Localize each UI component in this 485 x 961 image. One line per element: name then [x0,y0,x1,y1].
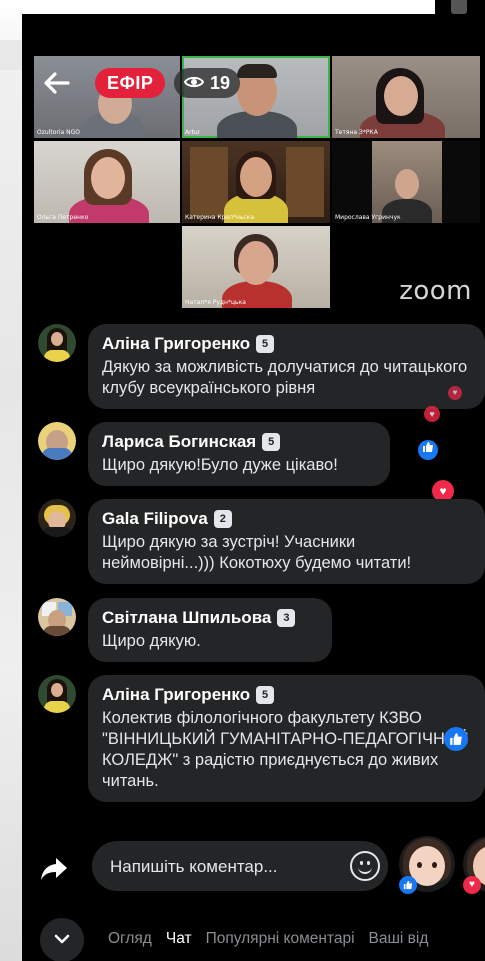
participant-name: Катерина Креп*ньска [185,214,255,221]
fan-badge: 5 [262,433,281,451]
comment: Аліна Григоренко 5 Дякую за можливість до… [22,324,485,422]
avatar[interactable] [38,598,76,636]
comment: Аліна Григоренко 5 Колектив філологічного… [22,675,485,825]
collapse-button[interactable] [40,918,84,961]
participant-tile: Тетяна З*РКА [332,56,480,138]
participant-name: Тетяна З*РКА [335,129,378,136]
eye-icon [183,68,205,98]
fan-badge: 5 [256,335,275,353]
love-reaction-icon: ♥ [448,386,462,400]
comment-bubble[interactable]: Gala Filipova 2 Щиро дякую за зустріч! Уч… [88,499,485,584]
participant-tile: Ольга Петренко [34,141,180,223]
comment-text: Щиро дякую. [102,632,201,650]
comment-author[interactable]: Аліна Григоренко [102,684,250,706]
avatar-sticker[interactable] [399,836,455,894]
comment-author[interactable]: Аліна Григоренко [102,333,250,355]
comment-bubble[interactable]: Лариса Богинская 5 Щиро дякую!Було дуже ц… [88,422,390,486]
comment-author[interactable]: Лариса Богинская [102,431,256,453]
participant-tile: Катерина Креп*ньска [182,141,330,223]
comment-text: Щиро дякую за зустріч! Учасники неймовір… [102,533,412,572]
participant-tile: Мирослава Угринчук [332,141,480,223]
participant-name: Artur [185,129,201,136]
tab-list: Огляд Чат Популярні коментарі Ваші від [108,930,428,948]
top-corner [435,0,485,14]
participant-name: Мирослава Угринчук [335,214,401,221]
comment-text: Дякую за можливість долучатися до читаць… [102,358,468,397]
tab-chat[interactable]: Чат [166,930,192,948]
comment: Gala Filipova 2 Щиро дякую за зустріч! Уч… [22,499,485,591]
comment-text: Щиро дякую!Було дуже цікаво! [102,456,338,474]
live-badge: ЕФІР [95,68,166,98]
comment-text: Колектив філологічного факультету КЗВО "… [102,709,469,790]
participant-name: Ольга Петренко [37,214,89,221]
comment-author[interactable]: Gala Filipova [102,508,208,530]
comment-bubble[interactable]: Аліна Григоренко 5 Колектив філологічного… [88,675,485,802]
comment-author[interactable]: Світлана Шпильова [102,607,271,629]
share-icon[interactable] [40,856,68,889]
like-reaction-icon [418,440,438,460]
avatar-sticker[interactable]: ♥ [463,836,485,894]
video-player[interactable]: Ozultoria NGO Artur Тетяна З*РКА Ольга П… [22,14,485,314]
comment: Світлана Шпильова 3 Щиро дякую. [22,598,485,668]
comment-bubble[interactable]: Світлана Шпильова 3 Щиро дякую. [88,598,332,662]
avatar[interactable] [38,675,76,713]
comment-input[interactable] [108,841,337,893]
avatar[interactable] [38,422,76,460]
live-stream-screen: Ozultoria NGO Artur Тетяна З*РКА Ольга П… [22,14,485,961]
back-arrow-icon[interactable] [42,69,76,103]
comment: Лариса Богинская 5 Щиро дякую!Було дуже ц… [22,422,485,502]
emoji-icon[interactable] [350,851,380,881]
zoom-watermark: zoom [399,276,472,306]
bottom-tab-bar: Огляд Чат Популярні коментарі Ваші від [22,911,485,961]
participant-name: Натал*я Рудн*цька [185,299,246,306]
comment-bubble[interactable]: Аліна Григоренко 5 Дякую за можливість до… [88,324,485,409]
fan-badge: 2 [213,510,232,528]
love-reaction-icon: ♥ [463,876,481,894]
viewer-count-value: 19 [210,73,231,93]
tab-yours[interactable]: Ваші від [369,930,429,948]
like-reaction-icon [444,727,468,751]
fan-badge: 5 [256,686,275,704]
tab-overview[interactable]: Огляд [108,930,152,948]
background-strip [0,0,22,961]
tab-top-comments[interactable]: Популярні коментарі [206,930,355,948]
avatar[interactable] [38,499,76,537]
love-reaction-icon: ♥ [424,406,440,422]
comment-input-box[interactable] [92,841,388,893]
fan-badge: 3 [277,609,296,627]
participant-tile: Натал*я Рудн*цька [182,226,330,308]
participant-name: Ozultoria NGO [37,129,80,136]
viewer-count: 19 [174,68,241,98]
like-reaction-icon [399,876,417,894]
avatar[interactable] [38,324,76,362]
